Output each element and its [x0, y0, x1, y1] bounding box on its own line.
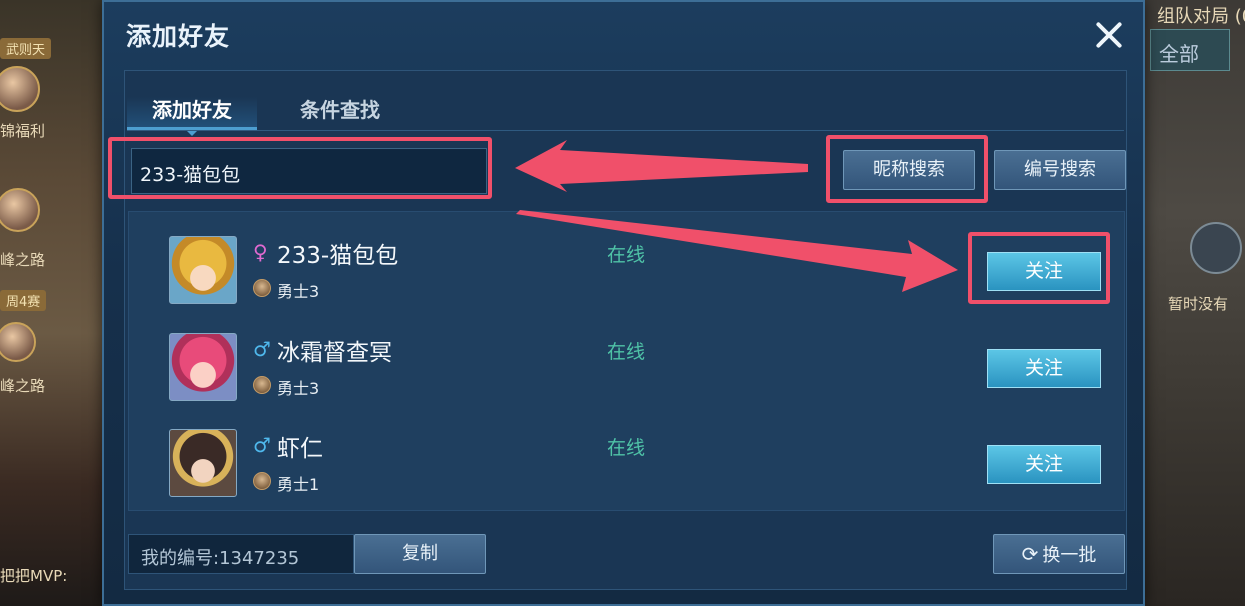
- bg-avatar: [0, 66, 40, 112]
- list-item: ♂ 冰霜督查冥 勇士3 在线 关注: [129, 309, 1126, 405]
- follow-button[interactable]: 关注: [987, 349, 1101, 388]
- copy-button[interactable]: 复制: [354, 534, 486, 574]
- close-icon[interactable]: [1090, 16, 1128, 54]
- player-name: 233-猫包包: [277, 243, 399, 269]
- player-rank: 勇士1: [277, 475, 320, 494]
- online-status: 在线: [607, 244, 646, 266]
- bg-label: 锦福利: [0, 122, 46, 140]
- bg-avatar: [0, 322, 36, 362]
- online-status: 在线: [607, 437, 646, 459]
- tab-add-friend[interactable]: 添加好友: [127, 97, 257, 136]
- bg-add-friend-icon: [1190, 222, 1242, 274]
- id-search-button[interactable]: 编号搜索: [994, 150, 1126, 190]
- bg-label: 组队对局 (0/: [1157, 6, 1245, 27]
- add-friend-dialog: 添加好友 添加好友 条件查找 233-猫包包 昵称搜索 编号搜索 ♀ 233-猫…: [102, 0, 1145, 606]
- bg-all-button: 全部: [1150, 29, 1230, 71]
- male-icon: ♂: [253, 337, 271, 361]
- avatar[interactable]: [169, 429, 237, 497]
- bg-label: 武则天: [0, 38, 52, 59]
- dialog-title: 添加好友: [126, 22, 231, 51]
- refresh-icon: ⟳: [1021, 542, 1039, 566]
- dialog-panel: 添加好友 条件查找 233-猫包包 昵称搜索 编号搜索 ♀ 233-猫包包 勇士…: [124, 70, 1127, 590]
- bg-label: 暂时没有: [1168, 295, 1229, 313]
- rank-icon: [253, 279, 271, 297]
- my-id-field: 我的编号:1347235: [128, 534, 354, 574]
- list-item: ♀ 233-猫包包 勇士3 在线 关注: [129, 212, 1126, 308]
- rank-icon: [253, 376, 271, 394]
- bg-label: 把把MVP:: [0, 567, 68, 585]
- follow-button[interactable]: 关注: [987, 252, 1101, 291]
- tab-label: 添加好友: [152, 98, 232, 122]
- list-item: ♂ 虾仁 勇士1 在线 关注: [129, 405, 1126, 501]
- player-rank: 勇士3: [277, 282, 320, 301]
- follow-button[interactable]: 关注: [987, 445, 1101, 484]
- male-icon: ♂: [253, 433, 271, 457]
- refresh-batch-button[interactable]: ⟳ 换一批: [993, 534, 1125, 574]
- nickname-search-button[interactable]: 昵称搜索: [843, 150, 975, 190]
- refresh-label: 换一批: [1042, 545, 1097, 566]
- tab-condition-search[interactable]: 条件查找: [275, 97, 405, 130]
- bg-avatar: [0, 188, 40, 232]
- bg-label: 周4赛: [0, 290, 47, 311]
- bg-label: 峰之路: [0, 251, 46, 269]
- avatar[interactable]: [169, 236, 237, 304]
- avatar[interactable]: [169, 333, 237, 401]
- tab-divider: [127, 130, 1124, 131]
- player-name: 冰霜督查冥: [277, 340, 392, 366]
- background-left-panel: 武则天 锦福利 峰之路 周4赛 峰之路 把把MVP:: [0, 0, 104, 606]
- tab-label: 条件查找: [300, 98, 380, 122]
- my-id-label: 我的编号:1347235: [141, 548, 300, 569]
- search-results-list: ♀ 233-猫包包 勇士3 在线 关注 ♂ 冰霜督查冥 勇士3 在线 关注 ♂ …: [128, 211, 1125, 511]
- player-rank: 勇士3: [277, 379, 320, 398]
- online-status: 在线: [607, 341, 646, 363]
- female-icon: ♀: [253, 240, 268, 264]
- player-name: 虾仁: [277, 436, 323, 462]
- search-input[interactable]: 233-猫包包: [131, 148, 487, 194]
- rank-icon: [253, 472, 271, 490]
- bg-label: 峰之路: [0, 377, 46, 395]
